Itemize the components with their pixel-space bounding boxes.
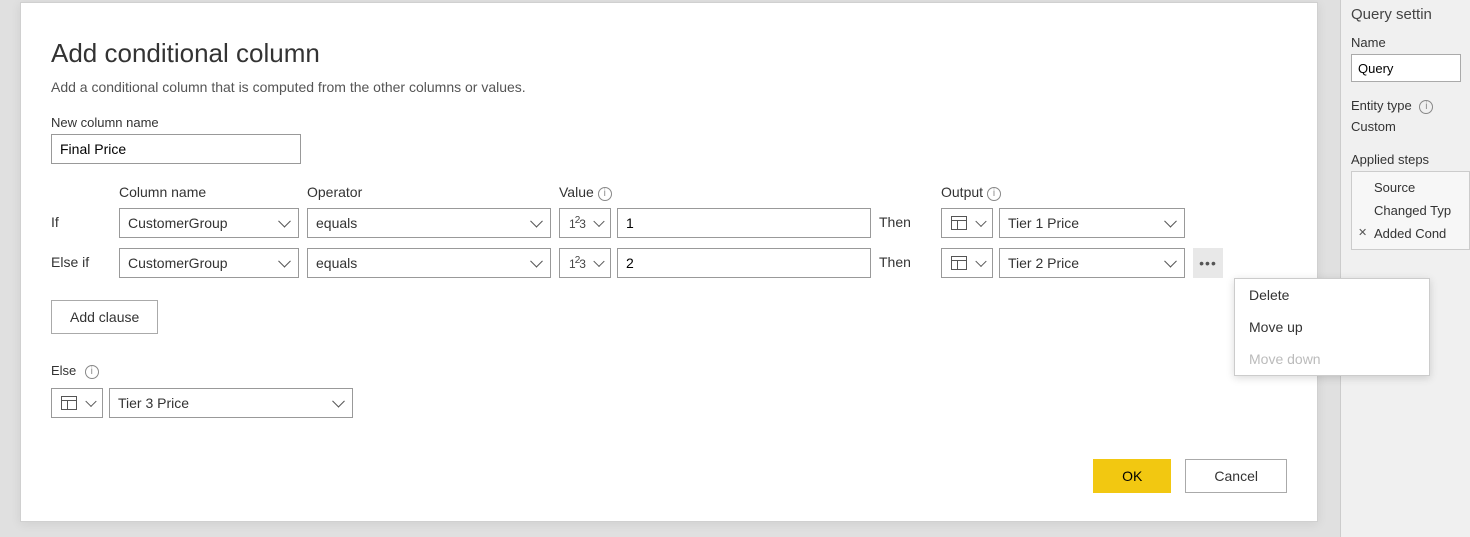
info-icon[interactable]: i	[987, 187, 1001, 201]
else-output-dropdown[interactable]: Tier 3 Price	[109, 388, 353, 418]
number-icon: 123	[569, 255, 585, 271]
conditional-column-dialog: Add conditional column Add a conditional…	[20, 2, 1318, 522]
more-options-button[interactable]: •••	[1193, 248, 1223, 278]
column-dropdown[interactable]: CustomerGroup	[119, 208, 299, 238]
cancel-button[interactable]: Cancel	[1185, 459, 1287, 493]
operator-dropdown[interactable]: equals	[307, 208, 551, 238]
then-label: Then	[879, 214, 911, 230]
menu-delete[interactable]: Delete	[1235, 279, 1429, 311]
else-label: Else	[51, 363, 76, 378]
info-icon[interactable]: i	[1419, 100, 1433, 114]
operator-dropdown[interactable]: equals	[307, 248, 551, 278]
column-icon	[951, 216, 967, 230]
header-value: Value	[559, 184, 594, 200]
add-clause-button[interactable]: Add clause	[51, 300, 158, 334]
entity-type-label: Entity type i	[1351, 98, 1470, 115]
name-label: Name	[1351, 35, 1470, 50]
entity-type-value: Custom	[1351, 119, 1470, 134]
value-type-dropdown[interactable]: 123	[559, 248, 611, 278]
step-item[interactable]: Source	[1354, 176, 1467, 199]
clause-row: Else if CustomerGroup equals 123 Then Ti…	[51, 248, 1287, 278]
output-dropdown[interactable]: Tier 2 Price	[999, 248, 1185, 278]
clause-headers: Column name Operator Valuei Outputi	[51, 184, 1287, 202]
output-type-dropdown[interactable]	[941, 248, 993, 278]
header-operator: Operator	[307, 184, 362, 200]
menu-move-up[interactable]: Move up	[1235, 311, 1429, 343]
dialog-subtitle: Add a conditional column that is compute…	[51, 79, 1287, 95]
applied-steps-list: Source Changed Typ Added Cond	[1351, 171, 1470, 250]
step-item[interactable]: Changed Typ	[1354, 199, 1467, 222]
ellipsis-icon: •••	[1199, 255, 1217, 271]
info-icon[interactable]: i	[598, 187, 612, 201]
column-icon	[951, 256, 967, 270]
header-output: Output	[941, 184, 983, 200]
clause-row: If CustomerGroup equals 123 Then Tier 1 …	[51, 208, 1287, 238]
newcol-input[interactable]	[51, 134, 301, 164]
applied-steps-label: Applied steps	[1351, 152, 1470, 167]
panel-title: Query settin	[1351, 6, 1470, 23]
output-type-dropdown[interactable]	[941, 208, 993, 238]
else-type-dropdown[interactable]	[51, 388, 103, 418]
dialog-title: Add conditional column	[51, 38, 1287, 69]
column-dropdown[interactable]: CustomerGroup	[119, 248, 299, 278]
ok-button[interactable]: OK	[1093, 459, 1171, 493]
context-menu: Delete Move up Move down	[1234, 278, 1430, 376]
header-column-name: Column name	[119, 184, 206, 200]
value-input[interactable]	[617, 208, 871, 238]
newcol-label: New column name	[51, 115, 1287, 130]
lead-elseif: Else if	[51, 254, 89, 270]
output-dropdown[interactable]: Tier 1 Price	[999, 208, 1185, 238]
query-name-input[interactable]	[1351, 54, 1461, 82]
menu-move-down: Move down	[1235, 343, 1429, 375]
step-item[interactable]: Added Cond	[1354, 222, 1467, 245]
then-label: Then	[879, 254, 911, 270]
lead-if: If	[51, 214, 59, 230]
query-settings-panel: Query settin Name Entity type i Custom A…	[1340, 0, 1470, 537]
column-icon	[61, 396, 77, 410]
info-icon[interactable]: i	[85, 365, 99, 379]
number-icon: 123	[569, 215, 585, 231]
value-type-dropdown[interactable]: 123	[559, 208, 611, 238]
value-input[interactable]	[617, 248, 871, 278]
